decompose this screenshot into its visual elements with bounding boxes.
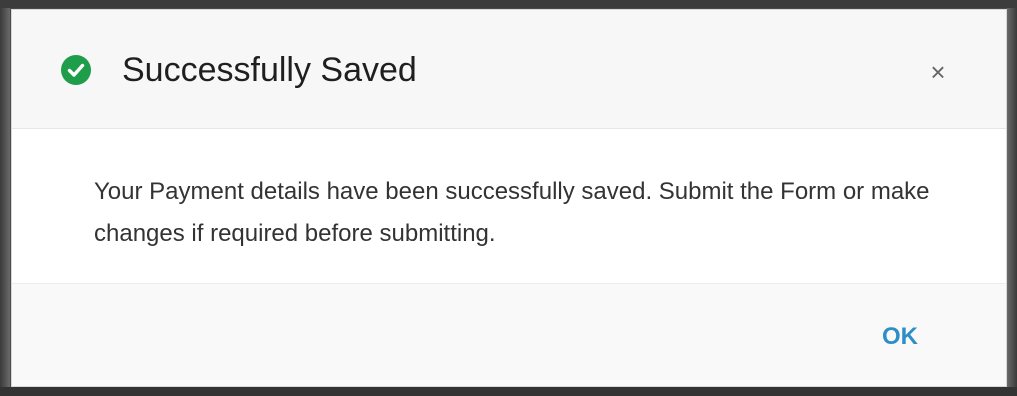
success-dialog: Successfully Saved × Your Payment detail… — [12, 10, 1006, 386]
dialog-header: Successfully Saved × — [12, 10, 1006, 129]
backdrop-edge-right — [1007, 0, 1017, 396]
check-circle-icon — [61, 55, 91, 85]
backdrop-edge-top — [0, 0, 1017, 8]
close-icon: × — [930, 57, 946, 87]
ok-button[interactable]: OK — [874, 320, 926, 354]
dialog-body: Your Payment details have been successfu… — [12, 129, 1006, 283]
backdrop-edge-bottom — [0, 387, 1017, 396]
close-button[interactable]: × — [918, 56, 958, 88]
backdrop-edge-left — [0, 0, 10, 396]
dialog-footer: OK — [12, 283, 1006, 386]
dialog-message: Your Payment details have been successfu… — [94, 178, 930, 247]
dialog-title: Successfully Saved — [122, 51, 417, 89]
